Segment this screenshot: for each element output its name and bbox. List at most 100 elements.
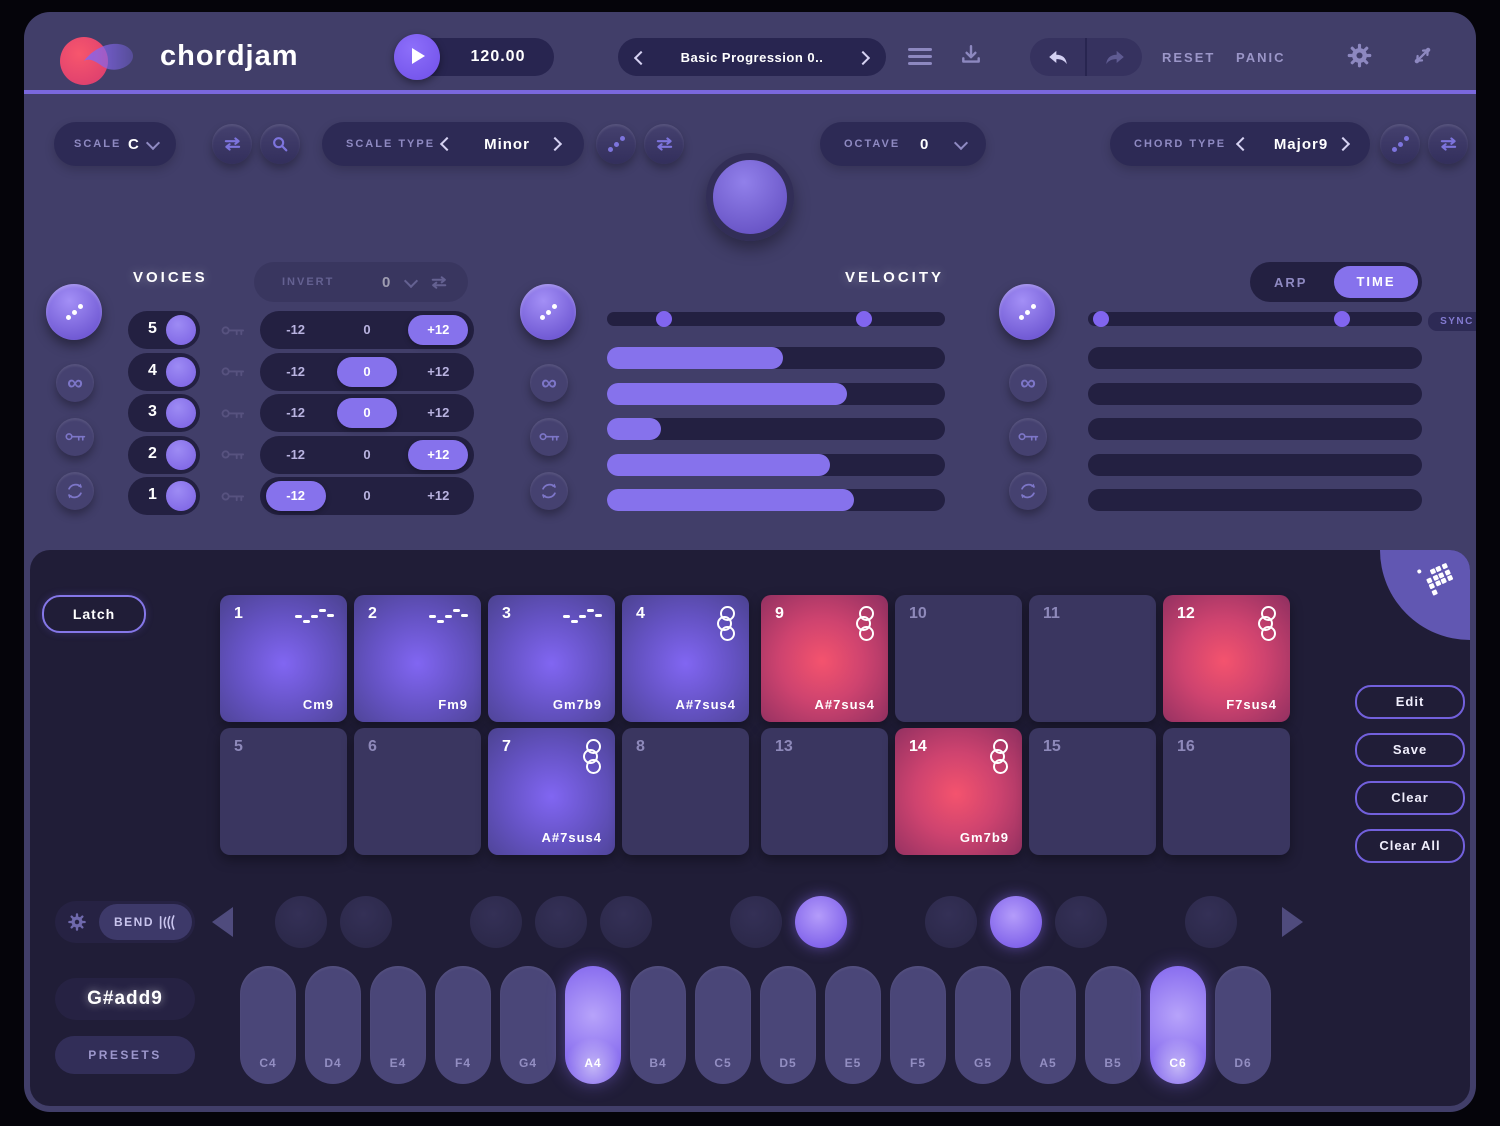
time-random-knob[interactable] [999,284,1055,340]
scale-type-swap-button[interactable] [644,124,684,164]
reset-button[interactable]: RESET [1162,50,1215,65]
key-B5[interactable]: B5 [1085,966,1141,1084]
grid-corner-button[interactable] [1380,550,1470,640]
velocity-slider[interactable] [607,418,945,440]
preset-selector[interactable]: Basic Progression 0.. [618,38,886,76]
preset-prev-icon[interactable] [634,51,648,65]
pad-6[interactable]: 6 [354,728,481,855]
latch-button[interactable]: Latch [42,595,146,633]
velocity-keylock-button[interactable] [530,418,568,456]
key-E5[interactable]: E5 [825,966,881,1084]
scale-selector[interactable]: SCALE C [54,122,176,166]
black-key[interactable] [795,896,847,948]
offset-option[interactable]: +12 [408,398,468,428]
offset-option[interactable]: -12 [266,315,326,345]
black-key[interactable] [470,896,522,948]
black-key[interactable] [275,896,327,948]
scale-search-button[interactable] [260,124,300,164]
key-B4[interactable]: B4 [630,966,686,1084]
pad-8[interactable]: 8 [622,728,749,855]
time-slider[interactable] [1088,347,1422,369]
preset-next-icon[interactable] [856,51,870,65]
black-key[interactable] [1055,896,1107,948]
invert-control[interactable]: INVERT 0 [254,262,468,302]
pad-1[interactable]: 1Cm9 [220,595,347,722]
bend-button[interactable]: BEND [99,904,192,940]
chevron-down-icon[interactable] [404,274,418,288]
panic-button[interactable]: PANIC [1236,50,1285,65]
range-handle-high[interactable] [856,311,872,327]
time-slider[interactable] [1088,489,1422,511]
pad-3[interactable]: 3Gm7b9 [488,595,615,722]
range-handle-low[interactable] [656,311,672,327]
pad-5[interactable]: 5 [220,728,347,855]
voice-toggle[interactable] [166,315,196,345]
undo-button[interactable] [1030,38,1085,76]
time-slider[interactable] [1088,454,1422,476]
voices-random-knob[interactable] [46,284,102,340]
offset-option[interactable]: 0 [337,315,397,345]
pad-9[interactable]: 9A#7sus4 [761,595,888,722]
offset-option[interactable]: +12 [408,481,468,511]
black-key[interactable] [990,896,1042,948]
offset-option[interactable]: +12 [408,357,468,387]
scale-value[interactable]: C [128,136,140,153]
key-F4[interactable]: F4 [435,966,491,1084]
offset-option[interactable]: -12 [266,481,326,511]
offset-option[interactable]: 0 [337,481,397,511]
black-key[interactable] [1185,896,1237,948]
settings-button[interactable] [1346,42,1373,74]
velocity-slider[interactable] [607,489,945,511]
pad-11[interactable]: 11 [1029,595,1156,722]
play-button[interactable] [394,34,440,80]
save-button[interactable]: Save [1355,733,1465,767]
scale-type-next-icon[interactable] [548,137,562,151]
voice-toggle[interactable] [166,398,196,428]
clear-button[interactable]: Clear [1355,781,1465,815]
black-key[interactable] [730,896,782,948]
time-infinity-button[interactable]: ∞ [1009,364,1047,402]
voice-offset-selector[interactable]: -12 0 +12 [260,477,474,515]
pad-7[interactable]: 7A#7sus4 [488,728,615,855]
black-key[interactable] [600,896,652,948]
menu-icon[interactable] [908,48,932,69]
key-G5[interactable]: G5 [955,966,1011,1084]
offset-option[interactable]: -12 [266,357,326,387]
key-C5[interactable]: C5 [695,966,751,1084]
voice-toggle[interactable] [166,481,196,511]
keyboard-prev-icon[interactable] [212,907,233,937]
arp-time-toggle[interactable]: ARP TIME [1250,262,1422,302]
velocity-slider[interactable] [607,454,945,476]
offset-option[interactable]: +12 [408,315,468,345]
download-icon[interactable] [960,44,982,71]
offset-option[interactable]: 0 [337,357,397,387]
voices-keylock-button[interactable] [56,418,94,456]
key-F5[interactable]: F5 [890,966,946,1084]
octave-selector[interactable]: OCTAVE 0 [820,122,986,166]
velocity-slider[interactable] [607,383,945,405]
offset-option[interactable]: 0 [337,398,397,428]
key-A5[interactable]: A5 [1020,966,1076,1084]
redo-button[interactable] [1087,38,1142,76]
key-G4[interactable]: G4 [500,966,556,1084]
resize-button[interactable] [1410,43,1435,73]
voice-offset-selector[interactable]: -12 0 +12 [260,311,474,349]
key-D5[interactable]: D5 [760,966,816,1084]
pad-13[interactable]: 13 [761,728,888,855]
scale-type-selector[interactable]: SCALE TYPE Minor [322,122,584,166]
chord-type-random-button[interactable] [1380,124,1420,164]
velocity-slider[interactable] [607,347,945,369]
swap-icon[interactable] [430,276,448,289]
preset-name[interactable]: Basic Progression 0.. [658,50,846,65]
chord-type-swap-button[interactable] [1428,124,1468,164]
key-A4[interactable]: A4 [565,966,621,1084]
chevron-down-icon[interactable] [146,136,160,150]
scale-type-random-button[interactable] [596,124,636,164]
presets-button[interactable]: PRESETS [55,1036,195,1074]
edit-button[interactable]: Edit [1355,685,1465,719]
black-key[interactable] [925,896,977,948]
range-handle-high[interactable] [1334,311,1350,327]
arp-option[interactable]: ARP [1274,275,1307,290]
velocity-infinity-button[interactable]: ∞ [530,364,568,402]
scale-type-prev-icon[interactable] [440,137,454,151]
